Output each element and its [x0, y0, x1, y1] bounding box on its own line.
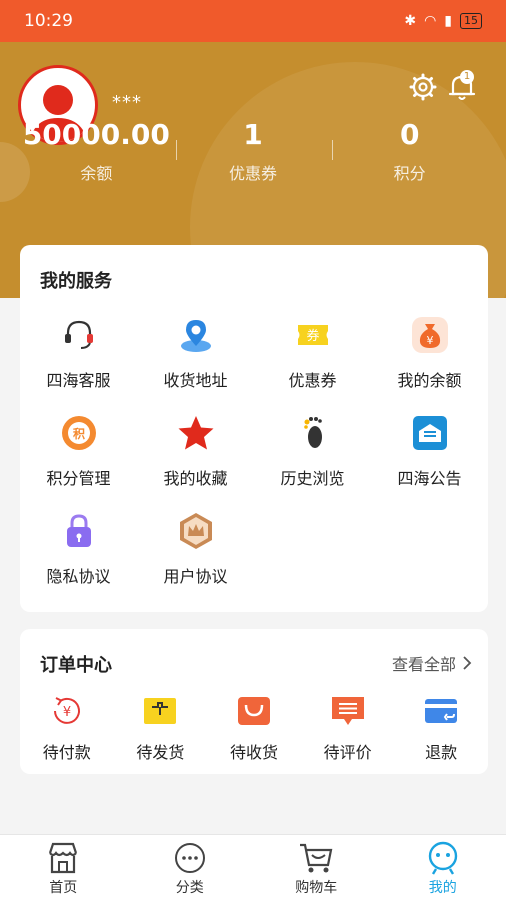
tab-label: 购物车	[295, 880, 338, 896]
service-customer-support[interactable]: 四海客服	[20, 315, 137, 391]
wifi-icon: ◠	[424, 13, 437, 29]
package-icon	[140, 693, 180, 729]
announcement-icon	[410, 413, 450, 453]
coupon-icon: 券	[293, 315, 333, 355]
money-bag-icon: ¥	[410, 315, 450, 355]
orders-card: 订单中心 查看全部 ¥ 待付款 待发货 待收货 待评价 退款	[20, 629, 488, 774]
category-dots-icon	[172, 841, 208, 875]
service-user-agreement[interactable]: 用户协议	[137, 511, 254, 587]
order-pending-review[interactable]: 待评价	[301, 693, 395, 763]
svg-text:券: 券	[306, 328, 319, 344]
service-privacy[interactable]: 隐私协议	[20, 511, 137, 587]
status-icons: ✱ ◠ ▮ 15	[404, 13, 482, 29]
service-label: 隐私协议	[46, 567, 111, 586]
stat-label: 优惠券	[229, 164, 278, 183]
order-refund[interactable]: 退款	[394, 693, 488, 763]
stat-value: 0	[399, 118, 420, 151]
crown-badge-icon	[176, 511, 216, 551]
footprint-icon	[293, 413, 333, 453]
bluetooth-icon: ✱	[404, 13, 417, 29]
view-all-orders-link[interactable]: 查看全部	[392, 651, 472, 675]
order-pending-receipt[interactable]: 待收货	[207, 693, 301, 763]
service-label: 四海客服	[46, 371, 111, 390]
shopping-bag-icon	[234, 693, 274, 729]
service-history[interactable]: 历史浏览	[254, 413, 371, 489]
cart-icon	[298, 841, 334, 875]
service-label: 优惠券	[288, 371, 337, 390]
headset-icon	[59, 315, 99, 355]
tab-cart[interactable]: 购物车	[253, 835, 380, 900]
svg-text:积: 积	[72, 426, 84, 441]
services-title: 我的服务	[40, 271, 112, 292]
stat-value: 50000.00	[22, 118, 170, 151]
lock-icon	[59, 511, 99, 551]
stat-points[interactable]: 0 积分	[331, 116, 488, 184]
tab-profile[interactable]: 我的	[380, 835, 506, 900]
orders-grid: ¥ 待付款 待发货 待收货 待评价 退款	[20, 693, 488, 763]
star-icon	[176, 413, 216, 453]
stat-coupons[interactable]: 1 优惠券	[175, 116, 332, 184]
service-label: 四海公告	[397, 469, 462, 488]
yen-pending-icon: ¥	[47, 693, 87, 729]
tab-label: 首页	[49, 880, 78, 896]
account-stats: 50000.00 余额 1 优惠券 0 积分	[18, 116, 488, 184]
svg-text:¥: ¥	[426, 334, 433, 347]
notification-badge: 1	[460, 70, 474, 84]
stat-label: 余额	[80, 164, 113, 183]
signal-icon: ▮	[444, 13, 452, 29]
tab-home[interactable]: 首页	[0, 835, 127, 900]
profile-face-icon	[425, 841, 461, 875]
location-pin-icon	[176, 315, 216, 355]
battery-icon: 15	[460, 13, 482, 29]
status-bar: 10:29 ✱ ◠ ▮ 15	[0, 0, 506, 42]
order-label: 待付款	[42, 743, 91, 762]
order-label: 待收货	[229, 743, 278, 762]
service-balance[interactable]: ¥ 我的余额	[371, 315, 488, 391]
service-label: 用户协议	[163, 567, 228, 586]
order-pending-payment[interactable]: ¥ 待付款	[20, 693, 114, 763]
stat-value: 1	[243, 118, 263, 151]
stat-label: 积分	[393, 164, 426, 183]
order-label: 待评价	[323, 743, 372, 762]
comment-icon	[328, 693, 368, 729]
stat-divider	[176, 140, 177, 160]
settings-gear-icon[interactable]	[408, 72, 438, 106]
service-coupons[interactable]: 券 优惠券	[254, 315, 371, 391]
order-pending-shipment[interactable]: 待发货	[114, 693, 208, 763]
service-points[interactable]: 积 积分管理	[20, 413, 137, 489]
order-label: 退款	[425, 743, 458, 762]
service-favorites[interactable]: 我的收藏	[137, 413, 254, 489]
order-label: 待发货	[136, 743, 185, 762]
store-icon	[45, 841, 81, 875]
bottom-tab-bar: 首页 分类 购物车 我的	[0, 834, 506, 900]
points-icon: 积	[59, 413, 99, 453]
stat-balance[interactable]: 50000.00 余额	[18, 116, 175, 184]
chevron-right-icon	[463, 656, 472, 670]
status-time: 10:29	[24, 11, 73, 31]
service-label: 我的余额	[397, 371, 462, 390]
refund-card-icon	[421, 693, 461, 729]
tab-categories[interactable]: 分类	[127, 835, 254, 900]
username[interactable]: ***	[112, 92, 142, 113]
service-label: 收货地址	[163, 371, 228, 390]
tab-label: 分类	[175, 880, 204, 896]
service-address[interactable]: 收货地址	[137, 315, 254, 391]
service-label: 历史浏览	[280, 469, 345, 488]
service-label: 我的收藏	[163, 469, 228, 488]
service-label: 积分管理	[46, 469, 111, 488]
stat-divider	[332, 140, 333, 160]
services-card: 我的服务 四海客服 收货地址 券 优惠券 ¥ 我的余额 积 积分管理 我的收藏 …	[20, 245, 488, 612]
service-announcements[interactable]: 四海公告	[371, 413, 488, 489]
tab-label: 我的	[428, 880, 457, 896]
svg-text:¥: ¥	[63, 705, 71, 720]
orders-title: 订单中心	[40, 655, 112, 676]
view-all-label: 查看全部	[391, 655, 456, 674]
